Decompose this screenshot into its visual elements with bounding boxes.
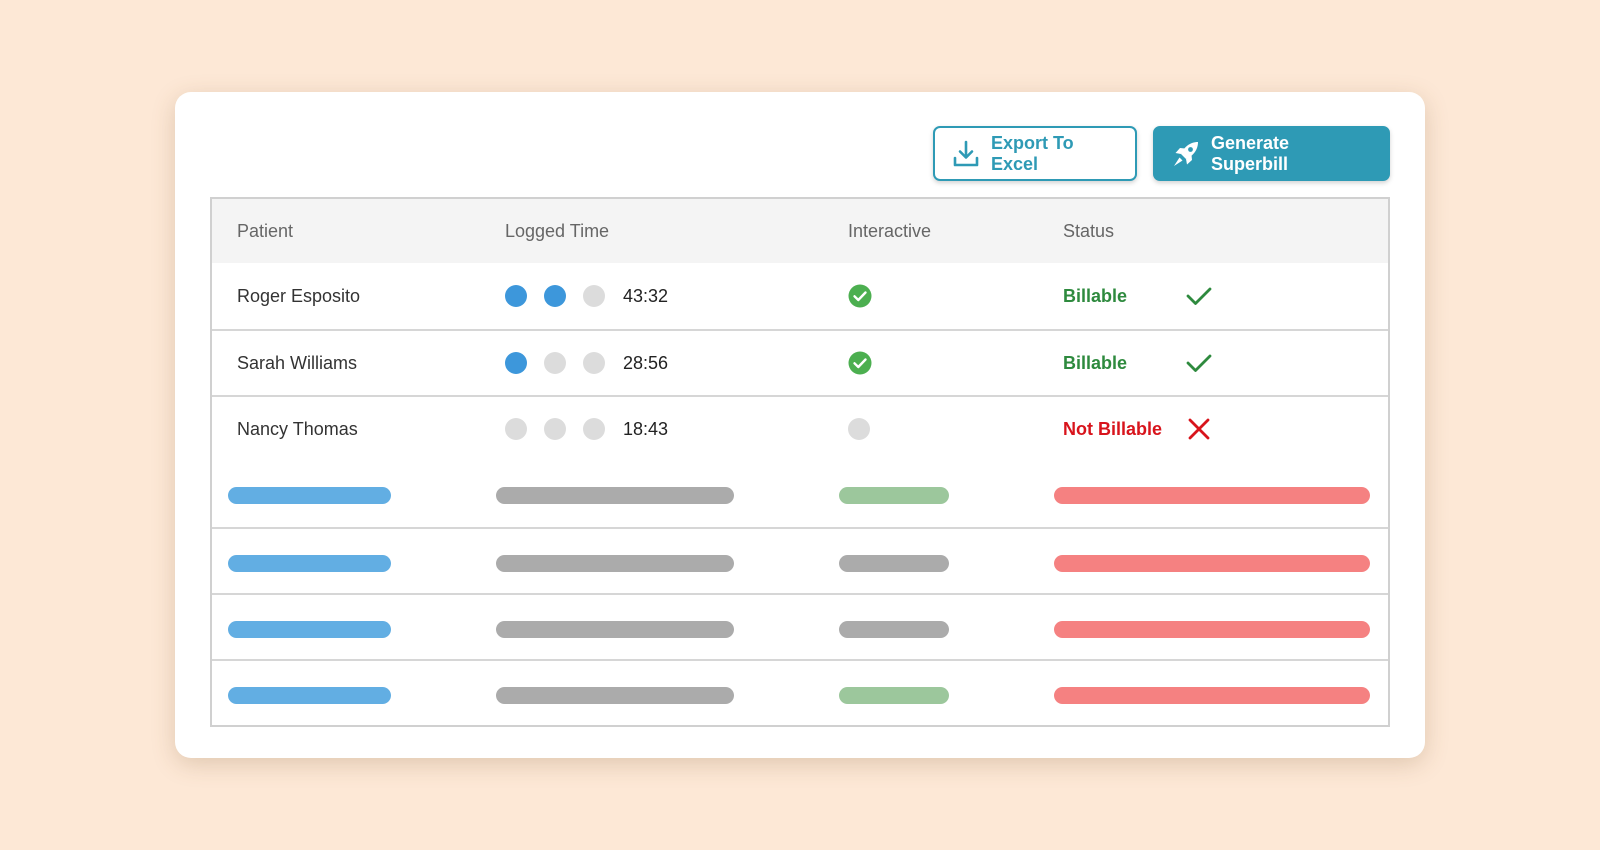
placeholder-patient-bar xyxy=(228,555,391,572)
logged-time-value: 18:43 xyxy=(623,418,669,439)
time-level-dot xyxy=(505,418,527,440)
interactive-check-icon xyxy=(848,284,872,308)
superbill-panel: Export To Excel Generate Superbill Patie… xyxy=(175,92,1425,758)
rocket-icon xyxy=(1171,139,1201,169)
generate-superbill-label: Generate Superbill xyxy=(1211,132,1290,174)
export-to-excel-label: Export To Excel xyxy=(991,132,1074,174)
status-badge: Billable xyxy=(1063,285,1128,306)
placeholder-row xyxy=(212,461,1388,527)
header-patient: Patient xyxy=(237,220,294,241)
placeholder-time-bar xyxy=(496,487,734,504)
time-level-dot xyxy=(583,352,605,374)
patient-name: Roger Esposito xyxy=(237,285,361,306)
placeholder-time-bar xyxy=(496,621,734,638)
table-row[interactable]: Sarah Williams 28:56 Billable xyxy=(212,329,1388,395)
download-icon xyxy=(951,139,981,169)
status-cell: Billable xyxy=(1063,263,1213,329)
placeholder-status-bar xyxy=(1054,687,1370,704)
placeholder-row xyxy=(212,593,1388,659)
placeholder-interactive-bar xyxy=(839,555,949,572)
patients-table: Patient Logged Time Interactive Status R… xyxy=(210,197,1390,727)
time-level-dot xyxy=(583,285,605,307)
placeholder-interactive-bar xyxy=(839,687,949,704)
export-to-excel-button[interactable]: Export To Excel xyxy=(933,126,1137,181)
table-header-row: Patient Logged Time Interactive Status xyxy=(212,199,1388,263)
header-interactive: Interactive xyxy=(848,220,932,241)
time-level-dot xyxy=(544,418,566,440)
status-cell: Billable xyxy=(1063,331,1213,395)
time-level-dot xyxy=(505,352,527,374)
header-logged-time: Logged Time xyxy=(505,220,610,241)
toolbar: Export To Excel Generate Superbill xyxy=(933,126,1390,181)
patient-name: Sarah Williams xyxy=(237,352,358,373)
table-row[interactable]: Roger Esposito 43:32 Billable xyxy=(212,263,1388,329)
placeholder-time-bar xyxy=(496,555,734,572)
time-level-dot xyxy=(544,352,566,374)
check-icon xyxy=(1185,349,1213,377)
logged-time-cell: 18:43 xyxy=(505,397,668,461)
placeholder-status-bar xyxy=(1054,555,1370,572)
status-cell: Not Billable xyxy=(1063,397,1213,461)
header-status: Status xyxy=(1063,220,1115,241)
patient-name: Nancy Thomas xyxy=(237,418,358,439)
logged-time-cell: 28:56 xyxy=(505,331,668,395)
interactive-cell xyxy=(848,263,872,329)
placeholder-row xyxy=(212,659,1388,725)
placeholder-patient-bar xyxy=(228,687,391,704)
placeholder-interactive-bar xyxy=(839,621,949,638)
generate-superbill-button[interactable]: Generate Superbill xyxy=(1153,126,1390,181)
interactive-cell xyxy=(848,331,872,395)
check-icon xyxy=(1185,282,1213,310)
placeholder-patient-bar xyxy=(228,621,391,638)
interactive-check-icon xyxy=(848,351,872,375)
placeholder-time-bar xyxy=(496,687,734,704)
placeholder-patient-bar xyxy=(228,487,391,504)
x-icon xyxy=(1185,415,1213,443)
time-level-dot xyxy=(544,285,566,307)
table-row[interactable]: Nancy Thomas 18:43 Not Billable xyxy=(212,395,1388,461)
logged-time-value: 43:32 xyxy=(623,285,669,306)
interactive-cell xyxy=(848,397,870,461)
status-badge: Not Billable xyxy=(1063,418,1163,439)
logged-time-cell: 43:32 xyxy=(505,263,668,329)
placeholder-interactive-bar xyxy=(839,487,949,504)
status-badge: Billable xyxy=(1063,352,1128,373)
placeholder-status-bar xyxy=(1054,487,1370,504)
logged-time-value: 28:56 xyxy=(623,352,669,373)
time-level-dot xyxy=(505,285,527,307)
placeholder-status-bar xyxy=(1054,621,1370,638)
interactive-empty-icon xyxy=(848,418,870,440)
placeholder-row xyxy=(212,527,1388,593)
time-level-dot xyxy=(583,418,605,440)
